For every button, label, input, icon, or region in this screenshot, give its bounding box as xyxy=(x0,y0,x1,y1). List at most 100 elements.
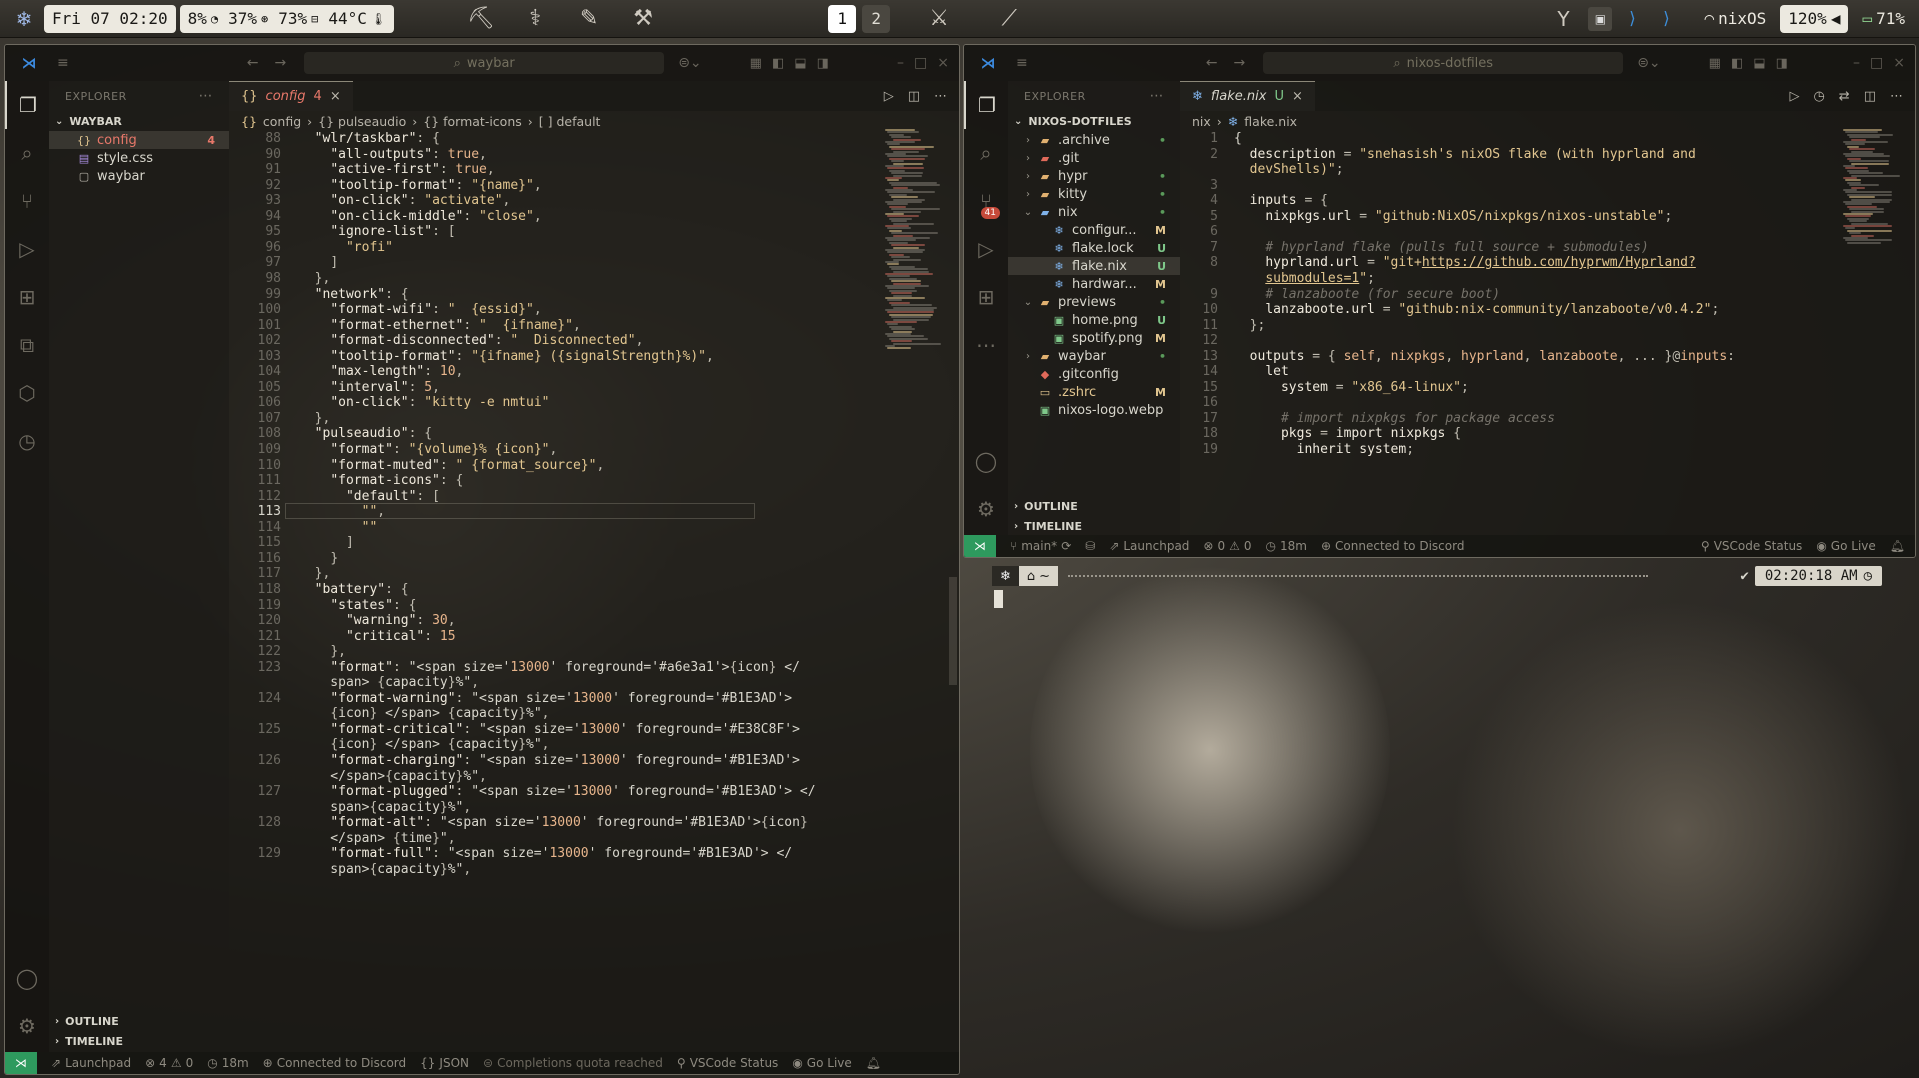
split-editor-icon[interactable]: ◫ xyxy=(908,89,920,104)
timeline-section[interactable]: › TIMELINE xyxy=(49,1032,229,1050)
folder-header[interactable]: ⌄ WAYBAR xyxy=(49,111,229,131)
extensions-icon[interactable]: ⊞ xyxy=(5,273,49,321)
close-icon[interactable]: × xyxy=(1893,55,1905,71)
run-debug-icon[interactable]: ▷ xyxy=(964,225,1008,273)
toggle-sidebar-icon[interactable]: ◧ xyxy=(1731,56,1743,71)
wifi-widget[interactable]: ◠ nixOS xyxy=(1696,5,1774,33)
search-icon[interactable]: ⌕ xyxy=(964,129,1008,177)
more-actions-icon[interactable]: ⋯ xyxy=(934,89,947,104)
command-center[interactable]: ⌕ waybar xyxy=(304,52,665,74)
account-icon[interactable]: ◯ xyxy=(5,954,49,1002)
forward-arrow-icon[interactable]: → xyxy=(1233,55,1245,71)
completions-status[interactable]: ⊜ Completions quota reached xyxy=(483,1056,663,1070)
go-live-status[interactable]: ◉ Go Live xyxy=(1816,539,1875,553)
search-icon[interactable]: ⌕ xyxy=(5,129,49,177)
system-stats-widget[interactable]: 8% ◔ 37% ⊛ 73% ⊟ 44°C 🌡 xyxy=(179,4,395,33)
tree-item[interactable]: ▭ .zshrc M xyxy=(1008,383,1180,401)
go-live-status[interactable]: ◉ Go Live xyxy=(792,1056,851,1070)
menu-icon[interactable]: ≡ xyxy=(1016,55,1028,71)
window-icon[interactable]: ⚔ xyxy=(924,4,954,34)
tool-launcher-icon[interactable]: ⚒ xyxy=(628,4,658,34)
session-time[interactable]: ◷ 18m xyxy=(207,1056,248,1070)
tab-config[interactable]: {} config 4 × xyxy=(229,81,353,111)
toggle-secondary-icon[interactable]: ◨ xyxy=(817,56,829,71)
tree-item[interactable]: ▣ nixos-logo.webp xyxy=(1008,401,1180,419)
history-icon[interactable]: ◷ xyxy=(1813,89,1824,104)
back-arrow-icon[interactable]: ← xyxy=(1206,55,1218,71)
file-item[interactable]: ▢ waybar xyxy=(49,167,229,185)
tree-item[interactable]: ▣ home.png U xyxy=(1008,311,1180,329)
timeline-section[interactable]: › TIMELINE xyxy=(1008,517,1180,535)
branch-status[interactable]: ⑂ main* ⟳ xyxy=(1010,539,1071,553)
tree-item[interactable]: ▣ spotify.png M xyxy=(1008,329,1180,347)
tree-item[interactable]: › ▰ kitty • xyxy=(1008,185,1180,203)
notifications-icon[interactable]: 🔔︎ xyxy=(1890,539,1905,553)
workspace-1[interactable]: 1 xyxy=(828,4,857,33)
close-tab-icon[interactable]: × xyxy=(330,89,341,104)
breadcrumb-item[interactable]: nix xyxy=(1192,114,1211,129)
tree-item[interactable]: ⌄ ▰ previews • xyxy=(1008,293,1180,311)
breadcrumb-item[interactable]: [ ] default xyxy=(539,114,601,129)
datetime-widget[interactable]: Fri 07 02:20 xyxy=(44,4,176,33)
code-area[interactable]: 88 "wlr/taskbar": {90 "all-outputs": tru… xyxy=(229,131,959,1052)
discord-status[interactable]: ⊕ Connected to Discord xyxy=(1321,539,1464,553)
run-debug-icon[interactable]: ▷ xyxy=(5,225,49,273)
repo-icon[interactable]: ⛁ xyxy=(1085,539,1095,553)
run-icon[interactable]: ▷ xyxy=(1789,89,1799,104)
timeline-icon[interactable]: ◷ xyxy=(5,417,49,465)
language-status[interactable]: {} JSON xyxy=(420,1056,469,1070)
run-icon[interactable]: ▷ xyxy=(884,89,894,104)
vscode-logo-icon[interactable]: ⋊ xyxy=(19,53,39,73)
remote-indicator-icon[interactable]: ⋊ xyxy=(5,1052,37,1074)
tree-item[interactable]: › ▰ hypr • xyxy=(1008,167,1180,185)
problems-status[interactable]: ⊗ 4 ⚠ 0 xyxy=(145,1056,193,1070)
tree-item[interactable]: ⌄ ▰ nix • xyxy=(1008,203,1180,221)
close-icon[interactable]: × xyxy=(937,55,949,71)
back-arrow-icon[interactable]: ← xyxy=(247,55,259,71)
copilot-icon[interactable]: ⊜⌄ xyxy=(1637,55,1660,71)
maximize-icon[interactable]: □ xyxy=(1870,55,1883,71)
nixos-snowflake-icon[interactable]: ❄ xyxy=(8,5,40,33)
explorer-icon[interactable]: ❐ xyxy=(964,81,1008,129)
outline-section[interactable]: › OUTLINE xyxy=(49,1012,229,1030)
tree-item[interactable]: ◆ .gitconfig xyxy=(1008,365,1180,383)
tree-item[interactable]: › ▰ waybar • xyxy=(1008,347,1180,365)
tree-item[interactable]: ❄ configur... M xyxy=(1008,221,1180,239)
toggle-sidebar-icon[interactable]: ◧ xyxy=(772,56,784,71)
breadcrumb-item[interactable]: flake.nix xyxy=(1244,114,1297,129)
hyprland-icon[interactable]: Y xyxy=(1548,4,1578,34)
vscode-tray-icon[interactable]: ⟩ xyxy=(1618,5,1646,33)
vscode-logo-icon[interactable]: ⋊ xyxy=(978,53,998,73)
code-area[interactable]: 1 {2 description = "snehasish's nixOS fla… xyxy=(1180,131,1915,535)
extensions-icon[interactable]: ⊞ xyxy=(964,273,1008,321)
vscode-tray-icon[interactable]: ⟩ xyxy=(1652,5,1680,33)
more-actions-icon[interactable]: ⋯ xyxy=(199,88,214,104)
launchpad-status[interactable]: ⇗ Launchpad xyxy=(51,1056,131,1070)
toggle-panel-icon[interactable]: ⬓ xyxy=(794,56,806,71)
more-actions-icon[interactable]: ⋯ xyxy=(1890,89,1903,104)
command-center[interactable]: ⌕ nixos-dotfiles xyxy=(1263,52,1624,74)
outline-section[interactable]: › OUTLINE xyxy=(1008,497,1180,515)
session-time[interactable]: ◷ 18m xyxy=(1266,539,1307,553)
tree-item[interactable]: ❄ hardwar... M xyxy=(1008,275,1180,293)
tree-item[interactable]: › ▰ .archive • xyxy=(1008,131,1180,149)
layout-icon[interactable]: ▦ xyxy=(750,56,762,71)
minimize-icon[interactable]: – xyxy=(897,55,904,71)
problems-status[interactable]: ⊗ 0 ⚠ 0 xyxy=(1203,539,1251,553)
remote-indicator-icon[interactable]: ⋊ xyxy=(964,535,996,557)
volume-widget[interactable]: 120% ◀ xyxy=(1780,4,1849,33)
folder-header[interactable]: ⌄ NIXOS-DOTFILES xyxy=(1008,111,1180,131)
toggle-panel-icon[interactable]: ⬓ xyxy=(1753,56,1765,71)
more-actions-icon[interactable]: ⋯ xyxy=(1150,88,1165,104)
vscode-status[interactable]: ⚲ VSCode Status xyxy=(1701,539,1802,553)
split-editor-icon[interactable]: ◫ xyxy=(1864,89,1876,104)
minimap[interactable] xyxy=(885,129,945,359)
scrollbar[interactable] xyxy=(949,577,957,685)
battery-widget[interactable]: ▭ 71% xyxy=(1854,5,1913,33)
tool-launcher-icon[interactable]: ⛏ xyxy=(466,4,496,34)
forward-arrow-icon[interactable]: → xyxy=(274,55,286,71)
toggle-secondary-icon[interactable]: ◨ xyxy=(1776,56,1788,71)
source-control-icon[interactable]: ⑂ 41 xyxy=(964,177,1008,225)
breadcrumb-item[interactable]: {} format-icons xyxy=(423,114,522,129)
settings-gear-icon[interactable]: ⚙ xyxy=(5,1002,49,1050)
